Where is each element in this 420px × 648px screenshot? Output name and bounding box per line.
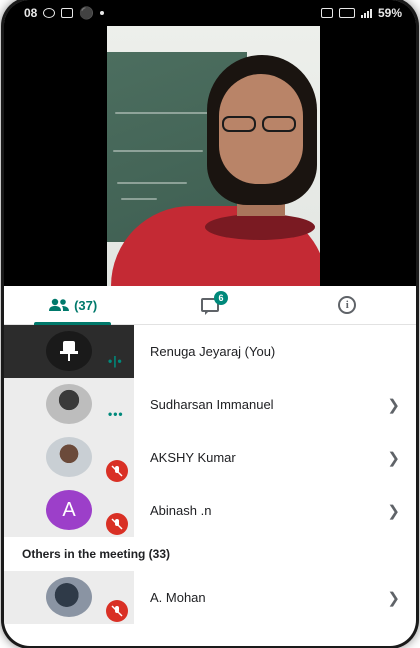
avatar xyxy=(46,384,92,424)
participant-row[interactable]: •|• Renuga Jeyaraj (You) xyxy=(4,325,416,378)
info-icon: i xyxy=(338,296,357,314)
avatar xyxy=(46,331,92,371)
meeting-tabs: (37) 6 i xyxy=(4,286,416,325)
phone-screen: 08 ⚫ 59% (37) 6 i •|• Renuga Jeyaraj (Yo… xyxy=(4,0,416,646)
speaking-indicator: •|• xyxy=(108,354,123,368)
alarm-icon xyxy=(320,8,333,18)
participant-list: •|• Renuga Jeyaraj (You) ••• Sudharsan I… xyxy=(4,325,416,624)
tab-info[interactable]: i xyxy=(279,286,416,324)
others-section-header: Others in the meeting (33) xyxy=(4,537,416,571)
participant-name: Sudharsan Immanuel xyxy=(150,397,274,412)
participant-name: Renuga Jeyaraj (You) xyxy=(150,344,276,359)
avatar xyxy=(46,577,92,617)
participant-name: A. Mohan xyxy=(150,590,206,605)
avatar-initial: A xyxy=(62,498,76,521)
person-icon: ⚫ xyxy=(79,6,95,20)
participant-name: Abinash .n xyxy=(150,503,212,518)
avatar xyxy=(46,437,92,477)
speaking-indicator: ••• xyxy=(108,407,124,421)
whatsapp-icon xyxy=(43,8,56,18)
participant-row[interactable]: ••• Sudharsan Immanuel ❯ xyxy=(4,378,416,431)
gallery-icon xyxy=(61,8,74,18)
people-count: (37) xyxy=(74,297,98,313)
pin-icon xyxy=(60,341,78,361)
battery-percent: 59% xyxy=(377,6,402,20)
participant-name: AKSHY Kumar xyxy=(150,450,236,465)
chevron-right-icon[interactable]: ❯ xyxy=(387,396,400,414)
mic-off-icon xyxy=(106,600,128,622)
people-icon xyxy=(49,298,70,311)
clock: 08 xyxy=(24,6,38,20)
signal-icon xyxy=(360,8,372,18)
tab-people[interactable]: (37) xyxy=(4,286,141,325)
chevron-right-icon[interactable]: ❯ xyxy=(387,589,400,607)
participant-row[interactable]: AKSHY Kumar ❯ xyxy=(4,431,416,484)
video-area[interactable]: 08 ⚫ 59% xyxy=(4,0,416,286)
participant-video xyxy=(107,0,320,286)
dot-icon xyxy=(100,11,105,15)
vowifi-icon xyxy=(338,8,355,18)
mic-off-icon xyxy=(106,460,128,482)
status-bar: 08 ⚫ 59% xyxy=(4,0,416,26)
participant-row[interactable]: A Abinash .n ❯ xyxy=(4,484,416,537)
mic-off-icon xyxy=(106,513,128,535)
chevron-right-icon[interactable]: ❯ xyxy=(387,502,400,520)
tab-chat[interactable]: 6 xyxy=(141,286,278,324)
avatar: A xyxy=(46,490,92,530)
chat-badge: 6 xyxy=(213,291,228,305)
glasses xyxy=(220,116,302,134)
participant-row[interactable]: A. Mohan ❯ xyxy=(4,571,416,624)
chevron-right-icon[interactable]: ❯ xyxy=(387,449,400,467)
